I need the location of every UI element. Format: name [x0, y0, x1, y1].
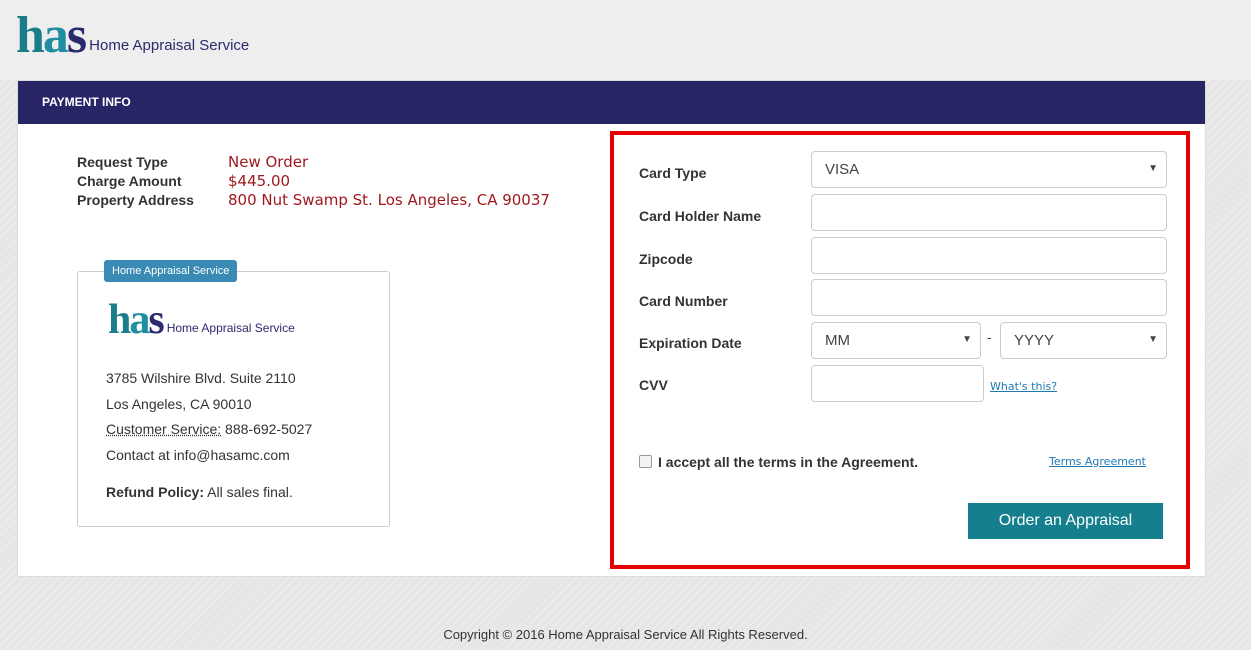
- customer-service-label: Customer Service:: [106, 421, 222, 437]
- customer-service-phone: 888-692-5027: [225, 421, 313, 437]
- card-type-select[interactable]: VISA ▼: [811, 151, 1167, 188]
- site-logo[interactable]: has Home Appraisal Service: [16, 7, 250, 64]
- expiration-label: Expiration Date: [639, 335, 742, 351]
- logo-mark: has: [16, 7, 87, 64]
- exp-month-value: MM: [825, 332, 850, 349]
- card-number-input[interactable]: [811, 279, 1167, 316]
- property-address-label: Property Address: [77, 192, 194, 208]
- property-address-value: 800 Nut Swamp St. Los Angeles, CA 90037: [228, 191, 550, 209]
- exp-year-select[interactable]: YYYY ▼: [1000, 322, 1167, 359]
- zipcode-input[interactable]: [811, 237, 1167, 274]
- company-card: Home Appraisal Service has Home Appraisa…: [77, 260, 390, 527]
- refund-policy: Refund Policy: All sales final.: [106, 483, 312, 509]
- company-contact: 3785 Wilshire Blvd. Suite 2110 Los Angel…: [106, 369, 312, 509]
- exp-month-select[interactable]: MM ▼: [811, 322, 981, 359]
- charge-amount-value: $445.00: [228, 172, 291, 190]
- request-type-label: Request Type: [77, 154, 168, 170]
- refund-value: All sales final.: [207, 484, 293, 500]
- footer-copyright: Copyright © 2016 Home Appraisal Service …: [443, 627, 808, 642]
- card-logo-subtitle: Home Appraisal Service: [166, 321, 295, 335]
- company-badge: Home Appraisal Service: [104, 260, 238, 282]
- request-type-row: Request Type New Order: [77, 153, 550, 172]
- chevron-down-icon: ▼: [1148, 334, 1158, 345]
- panel-title: PAYMENT INFO: [18, 81, 1205, 124]
- exp-separator: -: [987, 329, 992, 345]
- refund-label: Refund Policy:: [106, 484, 205, 500]
- exp-year-value: YYYY: [1014, 332, 1055, 349]
- accept-terms-checkbox[interactable]: [639, 455, 652, 468]
- cvv-label: CVV: [639, 377, 668, 393]
- payment-form: Card Type VISA ▼ Card Holder Name Zipcod…: [610, 131, 1190, 569]
- zipcode-label: Zipcode: [639, 251, 693, 267]
- charge-amount-label: Charge Amount: [77, 173, 182, 189]
- order-appraisal-button[interactable]: Order an Appraisal: [968, 503, 1163, 539]
- accept-terms-label[interactable]: I accept all the terms in the Agreement.: [658, 454, 918, 470]
- address-line-2: Los Angeles, CA 90010: [106, 395, 252, 412]
- property-address-row: Property Address 800 Nut Swamp St. Los A…: [77, 191, 550, 210]
- card-number-label: Card Number: [639, 293, 728, 309]
- card-type-value: VISA: [825, 161, 860, 178]
- cvv-input[interactable]: [811, 365, 984, 402]
- card-type-label: Card Type: [639, 165, 707, 181]
- card-holder-input[interactable]: [811, 194, 1167, 231]
- terms-agreement-link[interactable]: Terms Agreement: [1049, 455, 1146, 468]
- customer-service-line: Customer Service: 888-692-5027: [106, 420, 312, 446]
- request-type-value: New Order: [228, 153, 309, 171]
- card-logo: has Home Appraisal Service: [108, 297, 295, 343]
- chevron-down-icon: ▼: [962, 334, 972, 345]
- whats-this-link[interactable]: What's this?: [990, 380, 1057, 393]
- chevron-down-icon: ▼: [1148, 163, 1158, 174]
- site-header: has Home Appraisal Service: [0, 0, 1251, 80]
- payment-panel: PAYMENT INFO Request Type New Order Char…: [17, 80, 1206, 577]
- card-logo-mark: has: [108, 297, 165, 343]
- request-info: Request Type New Order Charge Amount $44…: [77, 153, 550, 210]
- contact-line: Contact at info@hasamc.com: [106, 446, 290, 463]
- logo-subtitle: Home Appraisal Service: [89, 37, 250, 54]
- card-holder-label: Card Holder Name: [639, 208, 762, 224]
- charge-amount-row: Charge Amount $445.00: [77, 172, 550, 191]
- address-line-1: 3785 Wilshire Blvd. Suite 2110: [106, 370, 296, 386]
